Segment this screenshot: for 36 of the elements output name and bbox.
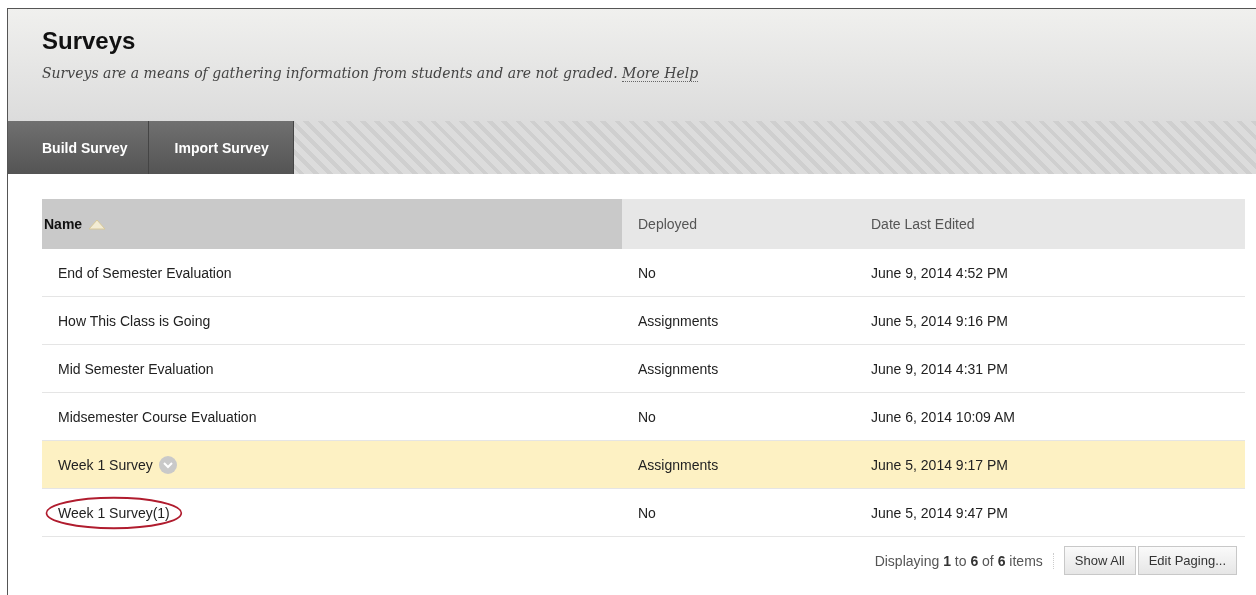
more-help-link[interactable]: More Help xyxy=(622,65,699,82)
table-cell: June 9, 2014 4:52 PM xyxy=(871,264,1008,281)
table-cell: Assignments xyxy=(638,312,719,329)
table-row[interactable]: How This Class is Going Assignments June 5, 2014 9:16 PM xyxy=(42,297,1245,345)
column-header[interactable]: Date Last Edited xyxy=(855,199,1245,249)
table-cell: No xyxy=(638,504,656,521)
chevron-down-icon[interactable] xyxy=(158,455,177,474)
table-row[interactable]: Week 1 Survey(1) No June 5, 2014 9:47 PM xyxy=(42,489,1245,537)
column-header[interactable]: Deployed xyxy=(622,199,855,249)
table-cell: No xyxy=(638,264,656,281)
table-cell: No xyxy=(638,408,656,425)
table-cell: June 9, 2014 4:31 PM xyxy=(871,360,1008,377)
table-cell: Week 1 Survey(1) xyxy=(58,504,170,521)
table-cell: Week 1 Survey xyxy=(58,456,153,473)
column-header[interactable]: Name xyxy=(42,199,622,249)
table-row[interactable]: Mid Semester Evaluation Assignments June 9, 2014 4:31 PM xyxy=(42,345,1245,393)
highlighted-row[interactable]: Week 1 Survey Assignments June 5, 2014 9:17 PM xyxy=(42,441,1245,489)
table-cell: June 5, 2014 9:16 PM xyxy=(871,312,1008,329)
action-button[interactable]: Build Survey xyxy=(8,121,149,174)
table-row[interactable]: End of Semester Evaluation No June 9, 2014 4:52 PM xyxy=(42,249,1245,297)
table-cell: How This Class is Going xyxy=(58,312,211,329)
paging-summary: Displaying 1 to 6 of 6 items xyxy=(874,552,1054,569)
table-cell: June 5, 2014 9:47 PM xyxy=(871,504,1008,521)
table-cell: Mid Semester Evaluation xyxy=(58,360,214,377)
paging-button[interactable]: Edit Paging... xyxy=(1137,546,1237,575)
table-cell: End of Semester Evaluation xyxy=(58,264,232,281)
table-cell: June 6, 2014 10:09 AM xyxy=(871,408,1015,425)
table-cell: Assignments xyxy=(638,360,719,377)
table-cell: Assignments xyxy=(638,456,719,473)
sort-ascending-icon xyxy=(88,218,107,230)
table-cell: June 5, 2014 9:17 PM xyxy=(871,456,1008,473)
page-description: Surveys are a means of gathering information from students and are not graded. More Help xyxy=(42,65,700,81)
page-title: Surveys xyxy=(42,27,137,55)
action-button[interactable]: Import Survey xyxy=(148,121,294,174)
table-cell: Midsemester Course Evaluation xyxy=(58,408,257,425)
paging-button[interactable]: Show All xyxy=(1063,546,1136,575)
